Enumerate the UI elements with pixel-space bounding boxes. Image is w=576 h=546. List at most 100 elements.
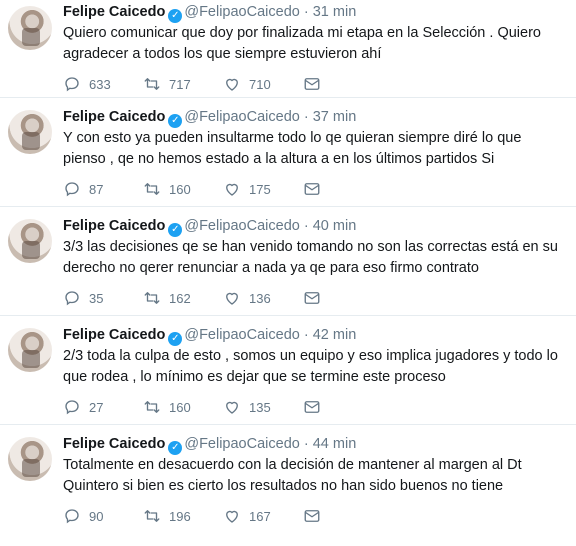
retweet-button[interactable]: 160 (143, 398, 223, 416)
tweet-text: 2/3 toda la culpa de esto , somos un equ… (63, 348, 558, 385)
tweet-timestamp[interactable]: 31 min (313, 4, 357, 20)
reply-icon (65, 182, 79, 197)
like-count: 167 (249, 508, 271, 524)
reply-icon (65, 291, 79, 306)
like-icon (226, 510, 238, 523)
author-handle[interactable]: @FelipaoCaicedo (184, 327, 299, 343)
retweet-icon (144, 78, 160, 90)
direct-message-button[interactable] (303, 507, 329, 525)
verified-badge-icon: ✓ (168, 9, 183, 23)
tweet-actions: 633 717 710 (63, 74, 329, 94)
direct-message-icon (304, 183, 320, 195)
like-count: 175 (249, 181, 271, 197)
tweet-actions: 35 162 136 (63, 288, 329, 308)
author-name[interactable]: Felipe Caicedo (63, 109, 165, 125)
tweet[interactable]: Felipe Caicedo ✓ @FelipaoCaicedo · 44 min … (0, 425, 576, 546)
retweet-button[interactable]: 160 (143, 180, 223, 198)
author-handle[interactable]: @FelipaoCaicedo (184, 436, 299, 452)
like-count: 710 (249, 76, 271, 92)
like-button[interactable]: 175 (223, 180, 303, 198)
avatar[interactable] (8, 6, 52, 50)
retweet-icon (144, 292, 160, 304)
tweet[interactable]: Felipe Caicedo ✓ @FelipaoCaicedo · 31 min … (0, 0, 576, 98)
tweet-header: Felipe Caicedo ✓ @FelipaoCaicedo · 37 min (63, 107, 566, 128)
retweet-button[interactable]: 196 (143, 507, 223, 525)
reply-count: 87 (89, 181, 104, 197)
verified-badge-icon: ✓ (168, 332, 183, 346)
direct-message-button[interactable] (303, 180, 329, 198)
reply-icon (65, 400, 79, 415)
verified-badge-icon: ✓ (168, 114, 183, 128)
reply-count: 35 (89, 290, 104, 306)
avatar[interactable] (8, 437, 52, 481)
like-icon (226, 292, 238, 305)
reply-count: 633 (89, 76, 111, 92)
reply-count: 90 (89, 508, 104, 524)
reply-button[interactable]: 87 (63, 180, 143, 198)
verified-badge-icon: ✓ (168, 223, 183, 237)
avatar[interactable] (8, 219, 52, 263)
retweet-icon (144, 401, 160, 413)
direct-message-icon (304, 510, 320, 522)
reply-button[interactable]: 90 (63, 507, 143, 525)
author-name[interactable]: Felipe Caicedo (63, 327, 165, 343)
tweet-actions: 90 196 167 (63, 506, 329, 526)
tweet-text: 3/3 las decisiones qe se han venido toma… (63, 239, 558, 276)
avatar[interactable] (8, 328, 52, 372)
reply-button[interactable]: 35 (63, 289, 143, 307)
retweet-count: 160 (169, 181, 191, 197)
tweet-text: Quiero comunicar que doy por finalizada … (63, 25, 541, 62)
like-count: 135 (249, 399, 271, 415)
tweet[interactable]: Felipe Caicedo ✓ @FelipaoCaicedo · 37 min … (0, 98, 576, 207)
direct-message-icon (304, 78, 320, 90)
tweet-text: Y con esto ya pueden insultarme todo lo … (63, 130, 522, 167)
reply-button[interactable]: 27 (63, 398, 143, 416)
separator-dot: · (303, 4, 309, 20)
tweet-text: Totalmente en desacuerdo con la decisión… (63, 457, 522, 494)
author-name[interactable]: Felipe Caicedo (63, 218, 165, 234)
reply-button[interactable]: 633 (63, 75, 143, 93)
like-button[interactable]: 167 (223, 507, 303, 525)
author-handle[interactable]: @FelipaoCaicedo (184, 4, 299, 20)
direct-message-button[interactable] (303, 75, 329, 93)
tweet-header: Felipe Caicedo ✓ @FelipaoCaicedo · 31 min (63, 2, 566, 23)
author-handle[interactable]: @FelipaoCaicedo (184, 218, 299, 234)
tweet-timestamp[interactable]: 40 min (313, 218, 357, 234)
like-button[interactable]: 136 (223, 289, 303, 307)
direct-message-icon (304, 292, 320, 304)
like-icon (226, 401, 238, 414)
tweet-timestamp[interactable]: 44 min (313, 436, 357, 452)
tweet-header: Felipe Caicedo ✓ @FelipaoCaicedo · 42 min (63, 325, 566, 346)
retweet-count: 196 (169, 508, 191, 524)
tweet-header: Felipe Caicedo ✓ @FelipaoCaicedo · 40 min (63, 216, 566, 237)
like-icon (226, 78, 238, 91)
like-count: 136 (249, 290, 271, 306)
author-handle[interactable]: @FelipaoCaicedo (184, 109, 299, 125)
like-button[interactable]: 710 (223, 75, 303, 93)
author-name[interactable]: Felipe Caicedo (63, 436, 165, 452)
tweet[interactable]: Felipe Caicedo ✓ @FelipaoCaicedo · 42 min … (0, 316, 576, 425)
retweet-icon (144, 510, 160, 522)
separator-dot: · (303, 109, 309, 125)
separator-dot: · (303, 327, 309, 343)
like-icon (226, 183, 238, 196)
direct-message-button[interactable] (303, 398, 329, 416)
verified-badge-icon: ✓ (168, 441, 183, 455)
tweet[interactable]: Felipe Caicedo ✓ @FelipaoCaicedo · 40 min … (0, 207, 576, 316)
author-name[interactable]: Felipe Caicedo (63, 4, 165, 20)
tweet-actions: 27 160 135 (63, 397, 329, 417)
retweet-button[interactable]: 162 (143, 289, 223, 307)
tweet-header: Felipe Caicedo ✓ @FelipaoCaicedo · 44 min (63, 434, 566, 455)
reply-icon (65, 509, 79, 524)
tweet-feed: Felipe Caicedo ✓ @FelipaoCaicedo · 31 min … (0, 0, 576, 546)
tweet-timestamp[interactable]: 42 min (313, 327, 357, 343)
retweet-button[interactable]: 717 (143, 75, 223, 93)
tweet-actions: 87 160 175 (63, 179, 329, 199)
reply-icon (65, 77, 79, 92)
avatar[interactable] (8, 110, 52, 154)
like-button[interactable]: 135 (223, 398, 303, 416)
tweet-timestamp[interactable]: 37 min (313, 109, 357, 125)
reply-count: 27 (89, 399, 104, 415)
direct-message-button[interactable] (303, 289, 329, 307)
retweet-count: 717 (169, 76, 191, 92)
